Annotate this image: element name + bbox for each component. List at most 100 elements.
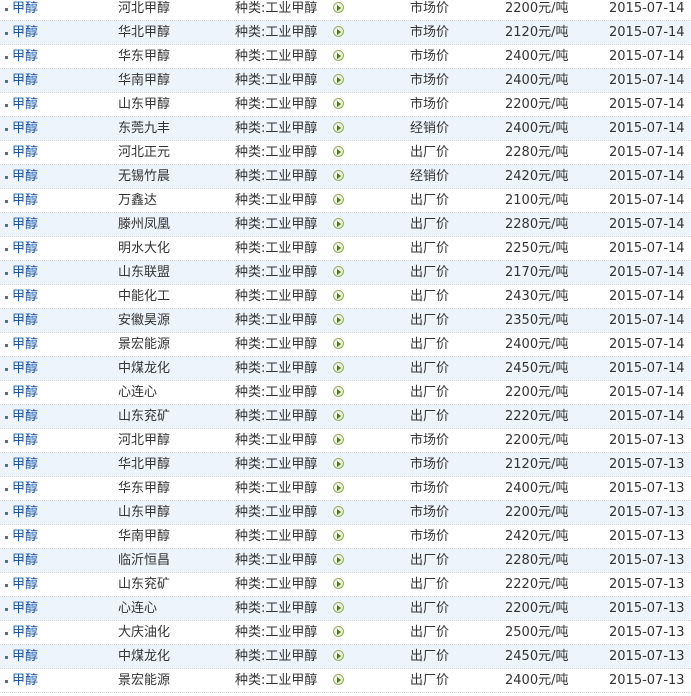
region-link[interactable]: 万鑫达 — [118, 189, 157, 213]
arrow-circle-icon[interactable] — [333, 626, 344, 637]
arrow-circle-icon[interactable] — [333, 2, 344, 13]
arrow-circle-icon[interactable] — [333, 506, 344, 517]
arrow-circle-icon[interactable] — [333, 362, 344, 373]
arrow-circle-icon[interactable] — [333, 530, 344, 541]
product-link[interactable]: 甲醇 — [12, 189, 38, 213]
arrow-circle-icon[interactable] — [333, 194, 344, 205]
product-link[interactable]: 甲醇 — [12, 309, 38, 333]
region-link[interactable]: 安徽昊源 — [118, 309, 170, 333]
product-link[interactable]: 甲醇 — [12, 165, 38, 189]
region-link[interactable]: 河北正元 — [118, 141, 170, 165]
table-row: 甲醇 心连心 种类:工业甲醇 出厂价 2200元/吨 2015-07-14 — [0, 381, 691, 405]
arrow-circle-icon[interactable] — [333, 458, 344, 469]
region-link[interactable]: 河北甲醇 — [118, 429, 170, 453]
region-link[interactable]: 景宏能源 — [118, 669, 170, 693]
arrow-circle-icon[interactable] — [333, 410, 344, 421]
product-link[interactable]: 甲醇 — [12, 429, 38, 453]
arrow-circle-icon[interactable] — [333, 242, 344, 253]
square-bullet-icon — [5, 272, 8, 275]
product-link[interactable]: 甲醇 — [12, 0, 38, 21]
product-link[interactable]: 甲醇 — [12, 621, 38, 645]
table-row: 甲醇 山东甲醇 种类:工业甲醇 市场价 2200元/吨 2015-07-13 — [0, 501, 691, 525]
arrow-circle-icon[interactable] — [333, 434, 344, 445]
region-link[interactable]: 华北甲醇 — [118, 21, 170, 45]
product-link[interactable]: 甲醇 — [12, 69, 38, 93]
product-link[interactable]: 甲醇 — [12, 549, 38, 573]
price-type-label: 市场价 — [410, 457, 450, 472]
product-link[interactable]: 甲醇 — [12, 453, 38, 477]
product-link[interactable]: 甲醇 — [12, 357, 38, 381]
product-link[interactable]: 甲醇 — [12, 45, 38, 69]
product-link[interactable]: 甲醇 — [12, 237, 38, 261]
arrow-circle-icon[interactable] — [333, 98, 344, 109]
region-link[interactable]: 景宏能源 — [118, 333, 170, 357]
arrow-circle-icon[interactable] — [333, 650, 344, 661]
table-row: 甲醇 河北甲醇 种类:工业甲醇 市场价 2200元/吨 2015-07-14 — [0, 0, 691, 21]
product-link[interactable]: 甲醇 — [12, 501, 38, 525]
region-link[interactable]: 山东甲醇 — [118, 501, 170, 525]
region-link[interactable]: 中煤龙化 — [118, 357, 170, 381]
date-value: 2015-07-13 — [609, 625, 685, 640]
category-label: 种类:工业甲醇 — [235, 169, 318, 184]
arrow-circle-icon[interactable] — [333, 170, 344, 181]
price-value: 2200元/吨 — [505, 1, 569, 16]
arrow-circle-icon[interactable] — [333, 338, 344, 349]
region-link[interactable]: 山东联盟 — [118, 261, 170, 285]
arrow-circle-icon[interactable] — [333, 314, 344, 325]
product-link[interactable]: 甲醇 — [12, 381, 38, 405]
product-link[interactable]: 甲醇 — [12, 213, 38, 237]
region-link[interactable]: 华南甲醇 — [118, 69, 170, 93]
product-link[interactable]: 甲醇 — [12, 525, 38, 549]
region-link[interactable]: 心连心 — [118, 381, 157, 405]
region-link[interactable]: 中煤龙化 — [118, 645, 170, 669]
region-link[interactable]: 华东甲醇 — [118, 45, 170, 69]
price-type-label: 市场价 — [410, 25, 450, 40]
region-link[interactable]: 东莞九丰 — [118, 117, 170, 141]
region-link[interactable]: 心连心 — [118, 597, 157, 621]
product-link[interactable]: 甲醇 — [12, 573, 38, 597]
arrow-circle-icon[interactable] — [333, 266, 344, 277]
price-type-label: 市场价 — [410, 529, 450, 544]
region-link[interactable]: 无锡竹晨 — [118, 165, 170, 189]
region-link[interactable]: 河北甲醇 — [118, 0, 170, 21]
region-link[interactable]: 滕州凤凰 — [118, 213, 170, 237]
arrow-circle-icon[interactable] — [333, 26, 344, 37]
region-link[interactable]: 华北甲醇 — [118, 453, 170, 477]
table-row: 甲醇 景宏能源 种类:工业甲醇 出厂价 2400元/吨 2015-07-14 — [0, 333, 691, 357]
region-link[interactable]: 华东甲醇 — [118, 477, 170, 501]
arrow-circle-icon[interactable] — [333, 674, 344, 685]
region-link[interactable]: 临沂恒昌 — [118, 549, 170, 573]
arrow-circle-icon[interactable] — [333, 482, 344, 493]
price-value: 2220元/吨 — [505, 577, 569, 592]
product-link[interactable]: 甲醇 — [12, 477, 38, 501]
product-link[interactable]: 甲醇 — [12, 405, 38, 429]
region-link[interactable]: 中能化工 — [118, 285, 170, 309]
arrow-circle-icon[interactable] — [333, 218, 344, 229]
product-link[interactable]: 甲醇 — [12, 597, 38, 621]
table-row: 甲醇 滕州凤凰 种类:工业甲醇 出厂价 2280元/吨 2015-07-14 — [0, 213, 691, 237]
product-link[interactable]: 甲醇 — [12, 333, 38, 357]
product-link[interactable]: 甲醇 — [12, 261, 38, 285]
region-link[interactable]: 大庆油化 — [118, 621, 170, 645]
product-link[interactable]: 甲醇 — [12, 21, 38, 45]
arrow-circle-icon[interactable] — [333, 50, 344, 61]
arrow-circle-icon[interactable] — [333, 602, 344, 613]
arrow-circle-icon[interactable] — [333, 146, 344, 157]
region-link[interactable]: 华南甲醇 — [118, 525, 170, 549]
region-link[interactable]: 山东兖矿 — [118, 573, 170, 597]
region-link[interactable]: 山东兖矿 — [118, 405, 170, 429]
arrow-circle-icon[interactable] — [333, 74, 344, 85]
product-link[interactable]: 甲醇 — [12, 669, 38, 693]
arrow-circle-icon[interactable] — [333, 386, 344, 397]
product-link[interactable]: 甲醇 — [12, 141, 38, 165]
region-link[interactable]: 山东甲醇 — [118, 93, 170, 117]
product-link[interactable]: 甲醇 — [12, 285, 38, 309]
arrow-circle-icon[interactable] — [333, 122, 344, 133]
product-link[interactable]: 甲醇 — [12, 93, 38, 117]
product-link[interactable]: 甲醇 — [12, 117, 38, 141]
arrow-circle-icon[interactable] — [333, 554, 344, 565]
arrow-circle-icon[interactable] — [333, 578, 344, 589]
region-link[interactable]: 明水大化 — [118, 237, 170, 261]
arrow-circle-icon[interactable] — [333, 290, 344, 301]
product-link[interactable]: 甲醇 — [12, 645, 38, 669]
